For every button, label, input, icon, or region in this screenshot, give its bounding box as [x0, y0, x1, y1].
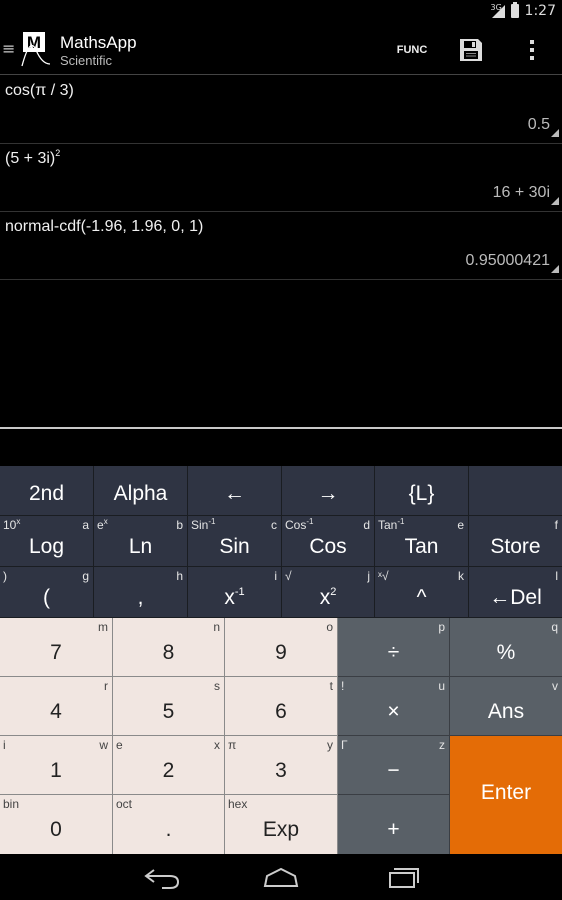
cursor-right-key[interactable]: → — [282, 466, 375, 516]
square-key[interactable]: √ j x2 — [282, 567, 375, 618]
overflow-icon[interactable] — [520, 37, 544, 63]
key-5[interactable]: s5 — [113, 677, 225, 736]
ln-key[interactable]: ex b Ln — [94, 516, 188, 567]
expand-corner-icon — [551, 197, 559, 205]
enter-key[interactable]: Enter — [450, 736, 562, 854]
key-8[interactable]: n8 — [113, 618, 225, 677]
multiply-key[interactable]: ! u × — [338, 677, 450, 736]
app-logo-icon: M — [21, 32, 51, 67]
history-expression: (5 + 3i)2 — [5, 148, 61, 167]
paren-key[interactable]: ) g( — [0, 567, 94, 618]
keypad-row-functions: 10x a Log ex b Ln Sin-1 c Sin Cos-1 d Cos Tan-1 e… — [0, 516, 562, 567]
key-6[interactable]: t6 — [225, 677, 338, 736]
history-entry[interactable]: normal-cdf(-1.96, 1.96, 0, 1) 0.95000421 — [0, 212, 562, 280]
key-9[interactable]: o9 — [225, 618, 338, 677]
navigation-bar — [0, 854, 562, 900]
func-button[interactable]: FUNC — [390, 37, 434, 63]
expand-corner-icon — [551, 129, 559, 137]
ans-key[interactable]: v Ans — [450, 677, 562, 736]
history-entry[interactable]: (5 + 3i)2 16 + 30i — [0, 144, 562, 212]
plus-key[interactable]: + — [338, 795, 450, 854]
exp-key[interactable]: hex Exp — [225, 795, 338, 854]
delete-key[interactable]: l ←Del — [469, 567, 562, 618]
back-icon[interactable] — [140, 862, 184, 892]
save-icon[interactable] — [458, 37, 484, 63]
keypad-row-456: r4 s5 t6 ! u × v Ans — [0, 677, 562, 736]
key-0[interactable]: bin 0 — [0, 795, 113, 854]
drawer-icon[interactable]: ≡ — [2, 39, 15, 58]
home-icon[interactable] — [259, 862, 303, 892]
reciprocal-key[interactable]: i x-1 — [188, 567, 282, 618]
history-entry[interactable]: cos(π / 3) 0.5 — [0, 76, 562, 144]
action-bar: ≡ M MathsApp Scientific FUNC — [0, 25, 562, 75]
key-1[interactable]: iw1 — [0, 736, 113, 795]
app-mode: Scientific — [60, 53, 113, 68]
divide-key[interactable]: p ÷ — [338, 618, 450, 677]
keypad-row-operators: ) g( h, i x-1 √ j x2 ˣ√ k ^ l ←Del — [0, 567, 562, 618]
keypad-row-789: m7 n8 o9 p ÷ q% — [0, 618, 562, 677]
keypad: 2nd Alpha ← → {L} 10x a Log ex b Ln Sin-1 c Si… — [0, 466, 562, 854]
key-3[interactable]: πy3 — [225, 736, 338, 795]
log-key[interactable]: 10x a Log — [0, 516, 94, 567]
minus-key[interactable]: Γz − — [338, 736, 450, 795]
input-field[interactable] — [0, 427, 562, 429]
history-expression: normal-cdf(-1.96, 1.96, 0, 1) — [5, 218, 204, 235]
history-result: 16 + 30i — [492, 184, 550, 201]
key-7[interactable]: m7 — [0, 618, 113, 677]
battery-icon — [510, 2, 519, 18]
key-4[interactable]: r4 — [0, 677, 113, 736]
decimal-key[interactable]: oct. — [113, 795, 225, 854]
recents-icon[interactable] — [380, 862, 424, 892]
status-icons: 3G 1:27 — [490, 2, 556, 19]
power-key[interactable]: ˣ√ k ^ — [375, 567, 469, 618]
app-title: MathsApp — [60, 33, 137, 52]
history-result: 0.5 — [527, 116, 550, 133]
tan-key[interactable]: Tan-1 e Tan — [375, 516, 469, 567]
alpha-key[interactable]: Alpha — [94, 466, 188, 516]
percent-key[interactable]: q% — [450, 618, 562, 677]
history-expression: cos(π / 3) — [5, 82, 74, 99]
svg-text:M: M — [27, 33, 41, 52]
network-type: 3G — [490, 2, 502, 12]
status-bar: 3G 1:27 — [0, 0, 562, 25]
signal-icon: 3G — [490, 2, 505, 18]
store-key[interactable]: f Store — [469, 516, 562, 567]
keypad-row-modifiers: 2nd Alpha ← → {L} — [0, 466, 562, 516]
cos-key[interactable]: Cos-1 d Cos — [282, 516, 375, 567]
history-result: 0.95000421 — [465, 252, 550, 269]
blank-key[interactable] — [469, 466, 562, 516]
sin-key[interactable]: Sin-1 c Sin — [188, 516, 282, 567]
expand-corner-icon — [551, 265, 559, 273]
cursor-left-key[interactable]: ← — [188, 466, 282, 516]
clock: 1:27 — [524, 3, 556, 19]
list-key[interactable]: {L} — [375, 466, 469, 516]
second-key[interactable]: 2nd — [0, 466, 94, 516]
history-list: cos(π / 3) 0.5 (5 + 3i)2 16 + 30i normal… — [0, 76, 562, 426]
comma-key[interactable]: h, — [94, 567, 188, 618]
key-2[interactable]: ex2 — [113, 736, 225, 795]
